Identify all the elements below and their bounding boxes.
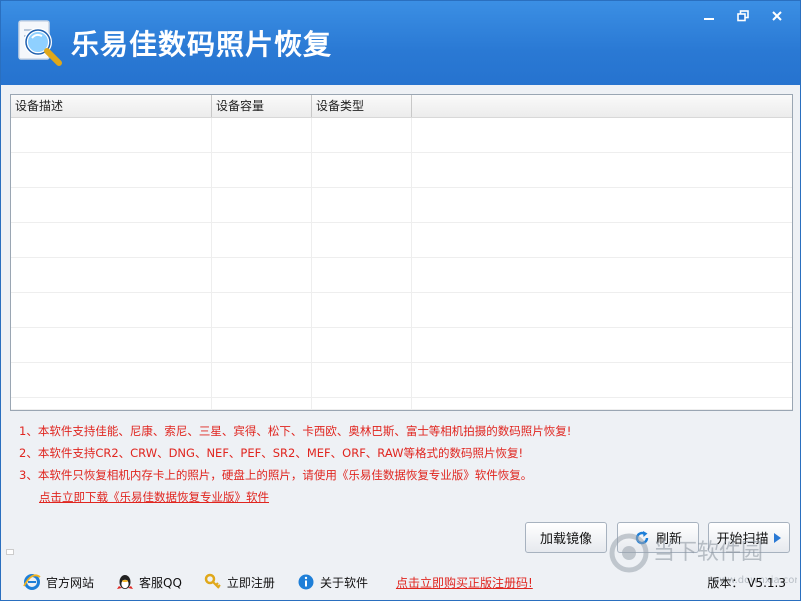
close-button[interactable]	[760, 5, 794, 27]
qq-penguin-icon	[117, 575, 134, 589]
ie-globe-icon	[23, 574, 41, 590]
start-scan-label: 开始扫描	[716, 532, 769, 547]
buy-license-link[interactable]: 点击立即购买正版注册码!	[396, 574, 533, 591]
minimize-icon	[704, 18, 714, 20]
footer-bar: 官方网站 客服QQ 立即注册 关于软件 点击立即购买正版注册码! 版本： V5.…	[1, 564, 800, 600]
notes-panel: 1、本软件支持佳能、尼康、索尼、三星、宾得、松下、卡西欧、奥林巴斯、富士等相机拍…	[19, 420, 571, 508]
window-controls	[692, 5, 794, 27]
about-software-label: 关于软件	[319, 575, 368, 590]
table-row	[11, 188, 792, 223]
device-table[interactable]: 设备描述 设备容量 设备类型	[10, 94, 793, 411]
close-icon	[772, 11, 782, 21]
restore-button[interactable]	[726, 5, 760, 27]
app-window: 乐易佳数码照片恢复 设备描述 设备容量 设备类型 1、本软件支持佳能、尼康、索尼…	[0, 0, 801, 601]
column-device-capacity[interactable]: 设备容量	[212, 95, 312, 117]
register-link[interactable]: 立即注册	[204, 573, 275, 591]
column-device-type[interactable]: 设备类型	[312, 95, 412, 117]
table-header: 设备描述 设备容量 设备类型	[11, 95, 792, 118]
customer-service-qq-link[interactable]: 客服QQ	[116, 573, 182, 591]
arrow-right-icon	[773, 532, 781, 543]
refresh-icon	[635, 530, 649, 544]
version-number: V5.1.3	[747, 576, 786, 590]
note-camera-brands: 1、本软件支持佳能、尼康、索尼、三星、宾得、松下、卡西欧、奥林巴斯、富士等相机拍…	[19, 424, 572, 438]
table-row	[11, 293, 792, 328]
key-icon	[204, 573, 221, 589]
load-image-label: 加载镜像	[539, 532, 592, 547]
official-website-link[interactable]: 官方网站	[23, 573, 94, 591]
download-pro-link[interactable]: 点击立即下载《乐易佳数据恢复专业版》软件	[19, 486, 571, 508]
about-software-link[interactable]: 关于软件	[297, 573, 368, 591]
column-device-description[interactable]: 设备描述	[11, 95, 212, 117]
title-bar[interactable]: 乐易佳数码照片恢复	[1, 1, 800, 85]
version-info: 版本： V5.1.3	[707, 574, 786, 591]
table-row	[11, 363, 792, 398]
minimize-button[interactable]	[692, 5, 726, 27]
table-row	[11, 398, 792, 410]
official-website-label: 官方网站	[46, 575, 95, 590]
refresh-label: 刷新	[655, 532, 682, 547]
app-title: 乐易佳数码照片恢复	[71, 28, 333, 61]
note-raw-formats: 2、本软件支持CR2、CRW、DNG、NEF、PEF、SR2、MEF、ORF、R…	[19, 446, 524, 460]
refresh-button[interactable]: 刷新	[617, 522, 699, 553]
table-row	[11, 223, 792, 258]
restore-icon	[737, 10, 749, 22]
note-memory-card-only: 3、本软件只恢复相机内存卡上的照片，硬盘上的照片，请使用《乐易佳数据恢复专业版》…	[19, 468, 533, 482]
table-body[interactable]	[11, 118, 792, 410]
panel-grip[interactable]	[6, 549, 14, 555]
load-image-button[interactable]: 加载镜像	[525, 522, 607, 553]
start-scan-button[interactable]: 开始扫描	[708, 522, 790, 553]
magnifier-logo-icon	[18, 20, 62, 66]
table-row	[11, 328, 792, 363]
register-label: 立即注册	[226, 575, 275, 590]
customer-service-qq-label: 客服QQ	[139, 575, 182, 590]
column-filler	[412, 95, 792, 117]
table-row	[11, 118, 792, 153]
table-row	[11, 153, 792, 188]
table-row	[11, 258, 792, 293]
version-label: 版本：	[707, 576, 744, 590]
info-icon	[298, 574, 314, 590]
